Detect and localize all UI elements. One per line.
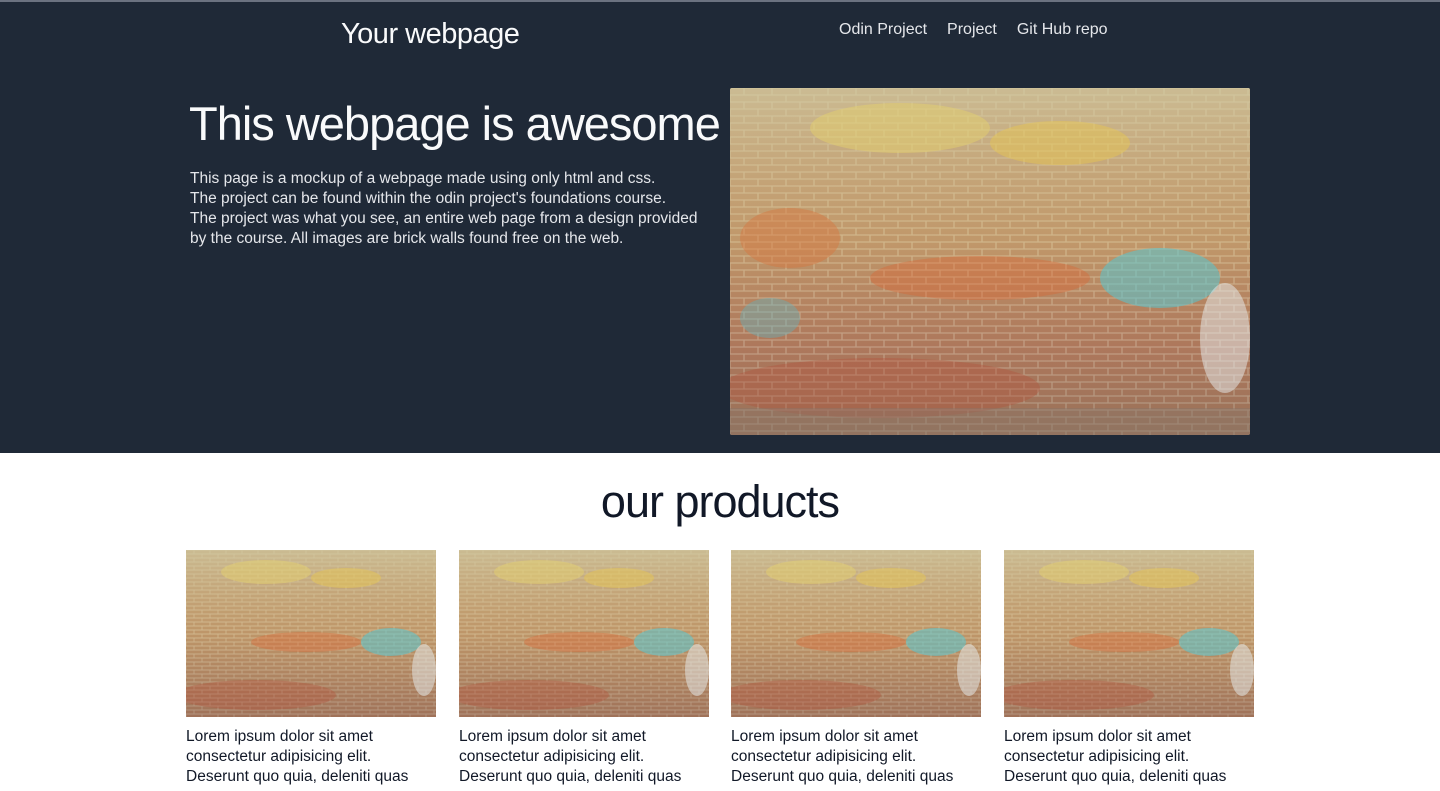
- nav-link-project[interactable]: Project: [947, 21, 997, 39]
- product-card[interactable]: Lorem ipsum dolor sit amet consectetur a…: [731, 550, 981, 787]
- product-image: [1004, 550, 1254, 717]
- product-description-line: Deserunt quo quia, deleniti quas: [459, 768, 682, 785]
- product-description-line: consectetur adipisicing elit.: [731, 748, 917, 765]
- hero-description-line: by the course. All images are brick wall…: [190, 230, 624, 247]
- product-description: Lorem ipsum dolor sit amet consectetur a…: [459, 727, 709, 787]
- hero-brick-wall-image: [730, 88, 1250, 435]
- product-image: [186, 550, 436, 717]
- product-card[interactable]: Lorem ipsum dolor sit amet consectetur a…: [186, 550, 436, 787]
- product-description: Lorem ipsum dolor sit amet consectetur a…: [1004, 727, 1254, 787]
- product-description: Lorem ipsum dolor sit amet consectetur a…: [731, 727, 981, 787]
- nav-link-odin-project[interactable]: Odin Project: [839, 21, 927, 39]
- product-description-line: Lorem ipsum dolor sit amet: [186, 728, 373, 745]
- product-description-line: Lorem ipsum dolor sit amet: [1004, 728, 1191, 745]
- hero-description: This page is a mockup of a webpage made …: [190, 169, 710, 249]
- nav-link-github-repo[interactable]: Git Hub repo: [1017, 21, 1108, 39]
- page: Your webpage Odin Project Project Git Hu…: [0, 0, 1440, 791]
- main-nav: Odin Project Project Git Hub repo: [839, 21, 1108, 39]
- site-logo[interactable]: Your webpage: [341, 18, 520, 51]
- product-image: [731, 550, 981, 717]
- product-description-line: consectetur adipisicing elit.: [459, 748, 645, 765]
- product-description: Lorem ipsum dolor sit amet consectetur a…: [186, 727, 436, 787]
- products-title: our products: [600, 476, 840, 527]
- product-description-line: Deserunt quo quia, deleniti quas: [731, 768, 954, 785]
- product-description-line: consectetur adipisicing elit.: [1004, 748, 1190, 765]
- hero-description-line: This page is a mockup of a webpage made …: [190, 170, 656, 187]
- product-card[interactable]: Lorem ipsum dolor sit amet consectetur a…: [459, 550, 709, 787]
- product-description-line: Deserunt quo quia, deleniti quas: [1004, 768, 1227, 785]
- product-description-line: Lorem ipsum dolor sit amet: [731, 728, 918, 745]
- product-card[interactable]: Lorem ipsum dolor sit amet consectetur a…: [1004, 550, 1254, 787]
- product-description-line: consectetur adipisicing elit.: [186, 748, 372, 765]
- product-description-line: Lorem ipsum dolor sit amet: [459, 728, 646, 745]
- hero-description-line: The project can be found within the odin…: [190, 190, 667, 207]
- product-description-line: Deserunt quo quia, deleniti quas: [186, 768, 409, 785]
- hero-title: This webpage is awesome: [189, 97, 721, 150]
- hero-description-line: The project was what you see, an entire …: [190, 210, 698, 227]
- product-image: [459, 550, 709, 717]
- hero-section: Your webpage Odin Project Project Git Hu…: [0, 0, 1440, 453]
